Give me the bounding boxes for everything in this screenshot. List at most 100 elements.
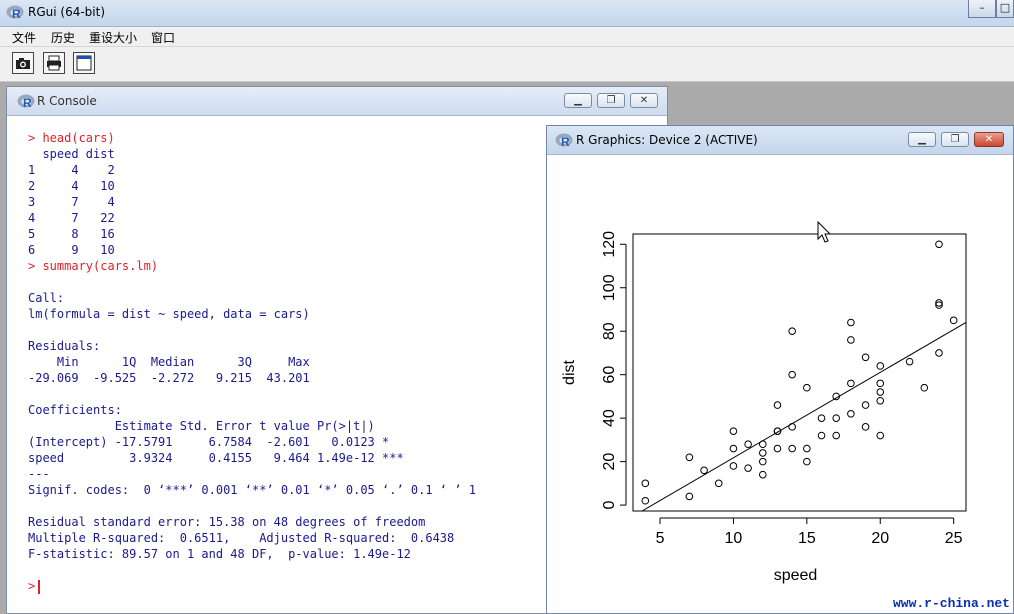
console-line: speed dist <box>28 147 115 161</box>
data-point <box>817 431 826 440</box>
menubar: 文件 历史 重设大小 窗口 <box>0 27 1014 47</box>
data-point <box>729 444 738 453</box>
data-point <box>685 453 694 462</box>
console-close-button[interactable]: ✕ <box>630 93 658 108</box>
console-line: 6 9 10 <box>28 243 115 257</box>
graphics-close-button[interactable]: ✕ <box>974 132 1004 147</box>
data-point <box>700 466 708 475</box>
data-point <box>861 423 870 431</box>
data-point <box>876 431 885 440</box>
console-line: Signif. codes: 0 ‘***’ 0.001 ‘**’ 0.01 ‘… <box>28 483 476 497</box>
data-point <box>847 379 855 388</box>
menu-history[interactable]: 历史 <box>51 29 75 46</box>
y-tick-label: 0 <box>601 501 618 510</box>
console-line: Call: <box>28 291 65 305</box>
console-line: Residuals: <box>28 339 101 353</box>
data-point <box>905 357 914 366</box>
console-line: 2 4 10 <box>28 179 115 193</box>
x-tick-label: 25 <box>945 530 963 547</box>
console-line: Multiple R-squared: 0.6511, Adjusted R-s… <box>28 531 455 545</box>
data-point <box>758 457 767 466</box>
console-restore-button[interactable]: ❐ <box>597 93 625 108</box>
console-line: Estimate Std. Error t value Pr(>|t|) <box>28 419 375 433</box>
graphics-title: R Graphics: Device 2 (ACTIVE) <box>576 133 758 147</box>
data-point <box>847 318 855 327</box>
x-tick-label: 5 <box>656 530 665 547</box>
graphics-canvas: 5 10 15 20 25 0 20 40 60 80 100 120 speed dist <box>553 155 1007 607</box>
console-line: -29.069 -9.525 -2.272 9.215 43.201 <box>28 371 310 385</box>
svg-text:R: R <box>23 96 32 109</box>
data-point <box>803 383 811 392</box>
console-titlebar: R R Console ▁ ❐ ✕ <box>7 87 667 116</box>
menu-window[interactable]: 窗口 <box>151 29 175 46</box>
console-line: 1 4 2 <box>28 163 115 177</box>
menu-resize[interactable]: 重设大小 <box>89 29 137 46</box>
data-point <box>803 444 811 453</box>
app-titlebar: R RGui (64-bit) – □ <box>0 0 1014 27</box>
data-point <box>847 336 855 344</box>
toolbar <box>0 47 1014 82</box>
r-logo-icon: R <box>17 94 35 112</box>
data-point <box>714 479 723 488</box>
prompt-symbol: > <box>28 579 36 593</box>
console-title: R Console <box>37 94 97 108</box>
app-minimize-button[interactable]: – <box>968 0 996 18</box>
data-point <box>876 379 885 388</box>
data-point <box>773 401 782 409</box>
y-tick-label: 100 <box>601 274 618 301</box>
plot-frame <box>632 233 967 512</box>
svg-text:R: R <box>561 135 570 148</box>
x-tick-label: 15 <box>798 530 816 547</box>
camera-icon[interactable] <box>12 52 34 74</box>
console-line: lm(formula = dist ~ speed, data = cars) <box>28 307 310 321</box>
r-logo-icon: R <box>6 5 24 23</box>
app-maximize-button[interactable]: □ <box>996 0 1014 18</box>
y-tick-label: 60 <box>601 366 618 384</box>
console-line: > head(cars) <box>28 131 115 145</box>
regression-line <box>641 322 967 512</box>
x-tick-label: 10 <box>725 530 743 547</box>
y-tick-label: 80 <box>601 322 618 340</box>
data-point <box>758 449 767 457</box>
data-point <box>876 362 885 370</box>
graphics-restore-button[interactable]: ❐ <box>941 132 969 147</box>
y-tick-label: 40 <box>601 409 618 427</box>
data-point <box>744 440 752 449</box>
mdi-workspace: R R Console ▁ ❐ ✕ > head(cars) speed dis… <box>0 82 1014 614</box>
data-point <box>817 414 826 422</box>
scatter-plot: 5 10 15 20 25 0 20 40 60 80 100 120 speed dist <box>561 220 967 584</box>
graphics-titlebar: R R Graphics: Device 2 (ACTIVE) ▁ ❐ ✕ <box>547 126 1013 155</box>
data-point <box>847 409 855 418</box>
console-prompt[interactable]: > <box>28 579 41 594</box>
data-point <box>788 370 796 379</box>
console-minimize-button[interactable]: ▁ <box>564 93 592 108</box>
graphics-minimize-button[interactable]: ▁ <box>908 132 936 147</box>
data-point <box>861 353 870 362</box>
console-line: --- <box>28 467 50 481</box>
console-line: 5 8 16 <box>28 227 115 241</box>
data-point <box>832 414 841 422</box>
data-point <box>729 462 738 470</box>
console-line: Residual standard error: 15.38 on 48 deg… <box>28 515 426 529</box>
data-point <box>641 479 650 488</box>
data-point <box>773 444 782 453</box>
window-icon[interactable] <box>73 52 95 74</box>
console-line: Min 1Q Median 3Q Max <box>28 355 310 369</box>
data-point <box>935 240 943 249</box>
data-point <box>803 457 811 466</box>
console-line: 4 7 22 <box>28 211 115 225</box>
data-point <box>949 316 958 325</box>
menu-file[interactable]: 文件 <box>12 29 36 46</box>
mouse-cursor-icon <box>817 220 832 243</box>
printer-icon[interactable] <box>43 52 65 74</box>
graphics-window: R R Graphics: Device 2 (ACTIVE) ▁ ❐ ✕ 5 1… <box>546 125 1014 614</box>
y-axis-label: dist <box>561 360 578 385</box>
y-tick-label: 120 <box>601 231 618 258</box>
data-point <box>876 388 885 396</box>
data-point <box>685 492 694 501</box>
data-point <box>758 470 767 479</box>
console-line: F-statistic: 89.57 on 1 and 48 DF, p-val… <box>28 547 411 561</box>
r-logo-icon: R <box>555 133 573 151</box>
data-point <box>861 401 870 409</box>
console-line: (Intercept) -17.5791 6.7584 -2.601 0.012… <box>28 435 390 449</box>
